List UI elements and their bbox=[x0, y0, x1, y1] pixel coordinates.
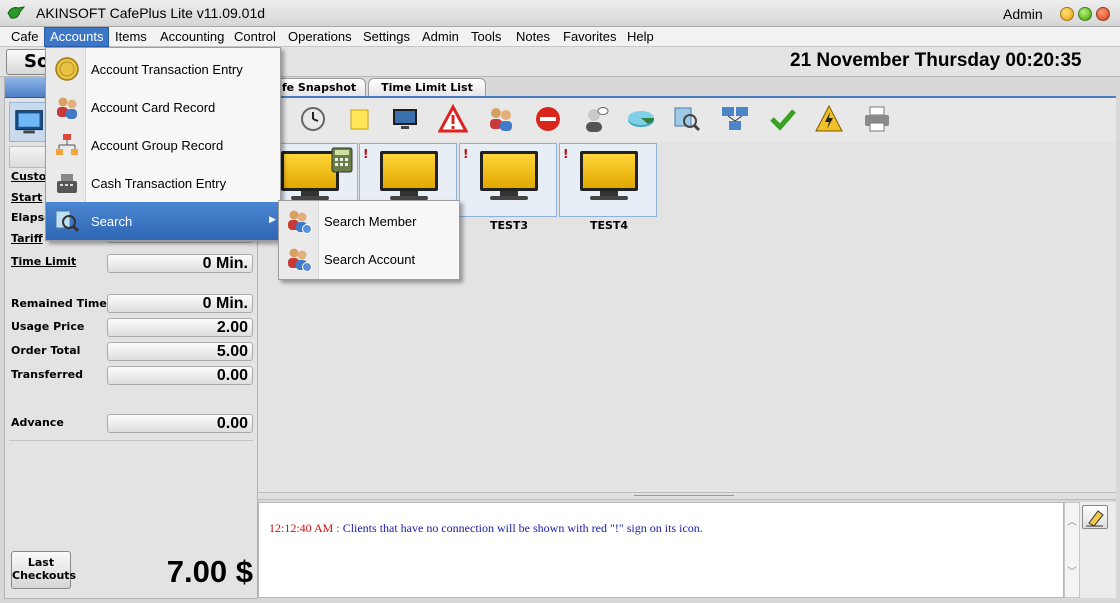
order-total-label: Order Total bbox=[11, 344, 81, 357]
menu-accounts[interactable]: Accounts bbox=[44, 27, 110, 47]
no-connection-flag: ! bbox=[363, 147, 369, 161]
computer-tile-test3[interactable]: ! bbox=[459, 143, 557, 217]
transferred-value: 0.00 bbox=[107, 366, 253, 385]
note-icon[interactable] bbox=[344, 104, 374, 134]
advance-value: 0.00 bbox=[107, 414, 253, 433]
menu-favorites[interactable]: Favorites bbox=[558, 27, 621, 47]
disk-icon[interactable] bbox=[626, 104, 656, 134]
maximize-button[interactable] bbox=[1078, 7, 1092, 21]
search-submenu: Search Member Search Account bbox=[278, 200, 460, 280]
menu-item-account-transaction-entry[interactable]: Account Transaction Entry bbox=[46, 50, 280, 88]
menu-item-cash-transaction-entry[interactable]: Cash Transaction Entry bbox=[46, 164, 280, 202]
usage-price-value: 2.00 bbox=[107, 318, 253, 337]
advance-label: Advance bbox=[11, 416, 64, 429]
menu-notes[interactable]: Notes bbox=[511, 27, 555, 47]
tariff-label[interactable]: Tariff bbox=[11, 232, 43, 245]
search-magnifier-icon bbox=[55, 210, 80, 233]
eraser-icon bbox=[1086, 510, 1104, 527]
search-account-icon bbox=[288, 248, 312, 272]
monitor-icon bbox=[580, 151, 638, 191]
minimize-button[interactable] bbox=[1060, 7, 1074, 21]
submenu-arrow-icon: ▶ bbox=[269, 214, 276, 224]
monitor-icon bbox=[480, 151, 538, 191]
no-connection-flag: ! bbox=[463, 147, 469, 161]
toolbar bbox=[258, 98, 1116, 142]
computer-label: TEST4 bbox=[589, 219, 629, 232]
window-title: AKINSOFT CafePlus Lite v11.09.01d bbox=[36, 5, 266, 21]
check-icon[interactable] bbox=[768, 104, 798, 134]
menu-item-account-group-record[interactable]: Account Group Record bbox=[46, 126, 280, 164]
warning-icon[interactable] bbox=[438, 104, 468, 134]
app-logo-icon bbox=[7, 6, 26, 19]
printer-icon[interactable] bbox=[862, 104, 892, 134]
menu-operations[interactable]: Operations bbox=[283, 27, 357, 47]
menu-accounting[interactable]: Accounting bbox=[155, 27, 229, 47]
menu-items[interactable]: Items bbox=[110, 27, 152, 47]
panel-splitter[interactable] bbox=[258, 492, 1116, 500]
search-pc-icon[interactable] bbox=[672, 104, 702, 134]
start-label[interactable]: Start bbox=[11, 191, 42, 204]
monitor-icon[interactable] bbox=[390, 104, 420, 134]
tab-snapshot[interactable]: fe Snapshot bbox=[272, 78, 366, 97]
menu-admin[interactable]: Admin bbox=[417, 27, 464, 47]
log-timestamp: 12:12:40 AM : bbox=[269, 521, 343, 535]
no-connection-flag: ! bbox=[563, 147, 569, 161]
user-chat-icon[interactable] bbox=[580, 104, 610, 134]
network-icon[interactable] bbox=[720, 104, 750, 134]
remained-time-value: 0 Min. bbox=[107, 294, 253, 313]
group-tree-icon bbox=[56, 134, 78, 155]
total-amount: 7.00 $ bbox=[166, 554, 253, 589]
cash-register-icon bbox=[57, 174, 77, 193]
date-time-display: 21 November Thursday 00:20:35 bbox=[790, 50, 1082, 71]
menu-cafe[interactable]: Cafe bbox=[6, 27, 43, 47]
transferred-label: Transferred bbox=[11, 368, 83, 381]
last-checkouts-button[interactable]: Last Checkouts bbox=[11, 551, 76, 589]
title-bar: AKINSOFT CafePlus Lite v11.09.01d Admin bbox=[0, 0, 1120, 27]
tab-time-limit-list[interactable]: Time Limit List bbox=[368, 78, 486, 97]
users-icon bbox=[57, 97, 77, 119]
search-member-icon bbox=[288, 210, 312, 234]
power-icon[interactable] bbox=[814, 104, 844, 134]
close-button[interactable] bbox=[1096, 7, 1110, 21]
computers-area: ! ! TEST3 ! TEST4 bbox=[258, 142, 1116, 492]
scroll-down-icon[interactable]: ﹀ bbox=[1066, 563, 1078, 578]
menu-control[interactable]: Control bbox=[229, 27, 281, 47]
order-total-value: 5.00 bbox=[107, 342, 253, 361]
clear-log-button[interactable] bbox=[1082, 505, 1108, 529]
usage-price-label: Usage Price bbox=[11, 320, 85, 333]
panel-divider bbox=[9, 440, 253, 441]
computer-label: TEST3 bbox=[489, 219, 529, 232]
accounts-dropdown-menu: Account Transaction Entry Account Card R… bbox=[45, 47, 281, 241]
menu-settings[interactable]: Settings bbox=[358, 27, 415, 47]
menu-item-search[interactable]: Search ▶ bbox=[46, 202, 280, 240]
time-limit-label[interactable]: Time Limit bbox=[11, 255, 76, 268]
menu-bar: Cafe Accounts Items Accounting Control O… bbox=[0, 27, 1120, 47]
menu-help[interactable]: Help bbox=[622, 27, 659, 47]
menu-tools[interactable]: Tools bbox=[466, 27, 506, 47]
scroll-up-icon[interactable]: ︿ bbox=[1066, 513, 1078, 528]
customer-label[interactable]: Custo bbox=[11, 170, 46, 183]
menu-item-search-account[interactable]: Search Account bbox=[279, 240, 459, 278]
clock-icon[interactable] bbox=[298, 104, 328, 134]
menu-item-account-card-record[interactable]: Account Card Record bbox=[46, 88, 280, 126]
remained-time-label: Remained Time bbox=[11, 297, 107, 310]
current-user: Admin bbox=[1003, 6, 1043, 22]
calculator-icon bbox=[331, 147, 353, 173]
stop-icon[interactable] bbox=[533, 104, 563, 134]
log-scrollbar[interactable]: ︿ ﹀ bbox=[1064, 502, 1080, 598]
time-limit-value: 0 Min. bbox=[107, 254, 253, 273]
message-log: 12:12:40 AM : Clients that have no conne… bbox=[258, 502, 1064, 598]
computer-tile-test4[interactable]: ! bbox=[559, 143, 657, 217]
users-icon[interactable] bbox=[486, 104, 516, 134]
log-message: Clients that have no connection will be … bbox=[342, 521, 703, 535]
coin-icon bbox=[55, 57, 79, 81]
monitor-icon bbox=[380, 151, 438, 191]
menu-item-search-member[interactable]: Search Member bbox=[279, 202, 459, 240]
